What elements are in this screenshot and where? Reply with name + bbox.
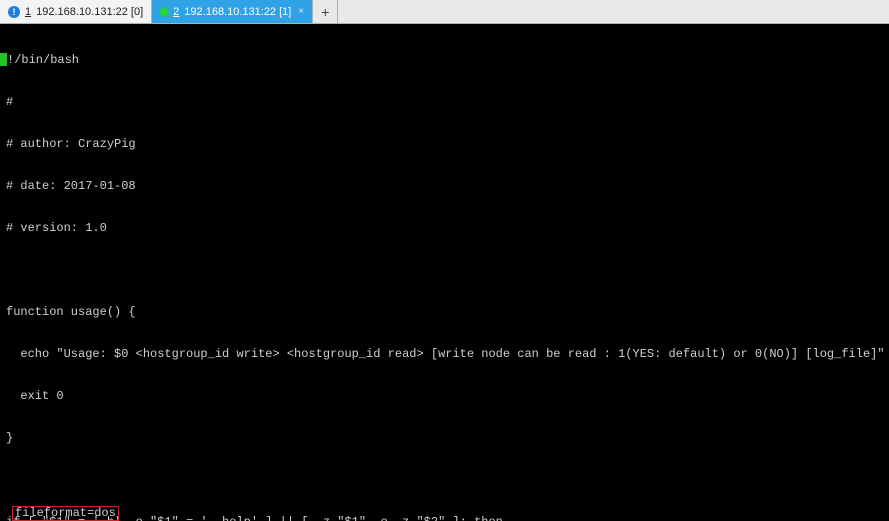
alert-icon: ! bbox=[8, 6, 20, 18]
tab-label: 192.168.10.131:22 [0] bbox=[36, 6, 143, 18]
code-line: function usage() { bbox=[0, 305, 885, 319]
terminal[interactable]: !/bin/bash # # author: CrazyPig # date: … bbox=[0, 24, 889, 521]
code-line: # bbox=[0, 95, 885, 109]
connected-icon bbox=[160, 8, 168, 16]
tab-number: 2 bbox=[173, 6, 179, 18]
code-line: echo "Usage: $0 <hostgroup_id write> <ho… bbox=[0, 347, 885, 361]
code-line bbox=[0, 263, 885, 277]
code-line: exit 0 bbox=[0, 389, 885, 403]
code-line: # version: 1.0 bbox=[0, 221, 885, 235]
tab-2-active[interactable]: 2 192.168.10.131:22 [1] × bbox=[152, 0, 313, 23]
tab-label: 192.168.10.131:22 [1] bbox=[184, 6, 291, 18]
tab-number: 1 bbox=[25, 6, 31, 18]
code-line bbox=[0, 473, 885, 487]
code-line: # author: CrazyPig bbox=[0, 137, 885, 151]
close-icon[interactable]: × bbox=[298, 6, 304, 17]
code-line: !/bin/bash bbox=[7, 53, 79, 67]
new-tab-button[interactable]: + bbox=[313, 0, 338, 23]
vim-status-fileformat: fileformat=dos bbox=[12, 506, 119, 521]
code-line: # date: 2017-01-08 bbox=[0, 179, 885, 193]
code-line: if [ "$1" = '-h' -o "$1" = '--help' ] ||… bbox=[0, 515, 885, 521]
terminal-content: !/bin/bash # # author: CrazyPig # date: … bbox=[0, 25, 885, 521]
code-line: } bbox=[0, 431, 885, 445]
tab-1[interactable]: ! 1 192.168.10.131:22 [0] bbox=[0, 0, 152, 23]
tab-bar: ! 1 192.168.10.131:22 [0] 2 192.168.10.1… bbox=[0, 0, 889, 24]
cursor-block bbox=[0, 53, 7, 66]
